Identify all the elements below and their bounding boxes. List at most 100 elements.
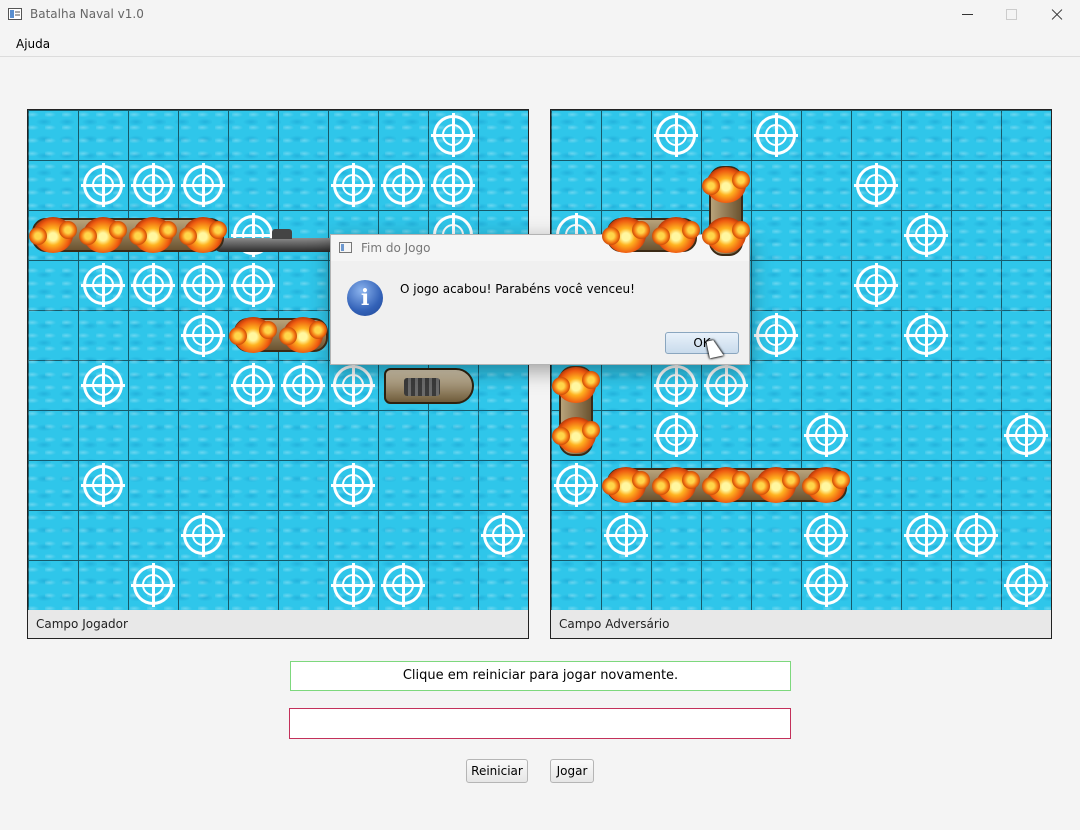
opponent-cell[interactable] bbox=[551, 560, 601, 610]
player-cell[interactable] bbox=[228, 210, 278, 260]
player-cell[interactable] bbox=[178, 210, 228, 260]
opponent-cell[interactable] bbox=[951, 510, 1001, 560]
player-cell[interactable] bbox=[28, 560, 78, 610]
opponent-cell[interactable] bbox=[551, 410, 601, 460]
player-cell[interactable] bbox=[28, 310, 78, 360]
player-cell[interactable] bbox=[228, 510, 278, 560]
player-cell[interactable] bbox=[178, 310, 228, 360]
opponent-cell[interactable] bbox=[851, 160, 901, 210]
close-icon[interactable] bbox=[1034, 0, 1080, 30]
opponent-cell[interactable] bbox=[751, 460, 801, 510]
maximize-icon[interactable] bbox=[988, 0, 1034, 30]
player-cell[interactable] bbox=[128, 110, 178, 160]
opponent-cell[interactable] bbox=[651, 360, 701, 410]
player-cell[interactable] bbox=[228, 360, 278, 410]
opponent-cell[interactable] bbox=[551, 110, 601, 160]
opponent-cell[interactable] bbox=[1001, 460, 1051, 510]
opponent-cell[interactable] bbox=[801, 110, 851, 160]
player-cell[interactable] bbox=[478, 160, 528, 210]
opponent-cell[interactable] bbox=[651, 110, 701, 160]
player-cell[interactable] bbox=[28, 110, 78, 160]
opponent-cell[interactable] bbox=[901, 410, 951, 460]
opponent-cell[interactable] bbox=[951, 210, 1001, 260]
player-cell[interactable] bbox=[78, 410, 128, 460]
opponent-cell[interactable] bbox=[1001, 510, 1051, 560]
opponent-cell[interactable] bbox=[651, 410, 701, 460]
opponent-cell[interactable] bbox=[851, 510, 901, 560]
opponent-cell[interactable] bbox=[751, 510, 801, 560]
opponent-cell[interactable] bbox=[601, 160, 651, 210]
player-cell[interactable] bbox=[28, 410, 78, 460]
opponent-cell[interactable] bbox=[851, 310, 901, 360]
player-cell[interactable] bbox=[228, 110, 278, 160]
player-cell[interactable] bbox=[428, 460, 478, 510]
player-cell[interactable] bbox=[178, 110, 228, 160]
opponent-cell[interactable] bbox=[1001, 310, 1051, 360]
player-cell[interactable] bbox=[78, 210, 128, 260]
opponent-cell[interactable] bbox=[601, 510, 651, 560]
player-cell[interactable] bbox=[478, 360, 528, 410]
opponent-cell[interactable] bbox=[751, 310, 801, 360]
player-cell[interactable] bbox=[28, 210, 78, 260]
opponent-cell[interactable] bbox=[651, 460, 701, 510]
ok-button[interactable]: OK bbox=[665, 332, 739, 354]
opponent-cell[interactable] bbox=[901, 210, 951, 260]
opponent-cell[interactable] bbox=[1001, 410, 1051, 460]
player-cell[interactable] bbox=[128, 410, 178, 460]
opponent-cell[interactable] bbox=[951, 410, 1001, 460]
player-cell[interactable] bbox=[378, 460, 428, 510]
player-cell[interactable] bbox=[28, 460, 78, 510]
player-cell[interactable] bbox=[28, 160, 78, 210]
opponent-cell[interactable] bbox=[601, 560, 651, 610]
opponent-cell[interactable] bbox=[851, 560, 901, 610]
opponent-cell[interactable] bbox=[801, 410, 851, 460]
opponent-cell[interactable] bbox=[551, 460, 601, 510]
player-cell[interactable] bbox=[78, 110, 128, 160]
opponent-cell[interactable] bbox=[701, 210, 751, 260]
opponent-cell[interactable] bbox=[851, 360, 901, 410]
player-cell[interactable] bbox=[278, 510, 328, 560]
player-cell[interactable] bbox=[78, 160, 128, 210]
player-cell[interactable] bbox=[28, 260, 78, 310]
player-cell[interactable] bbox=[228, 160, 278, 210]
opponent-cell[interactable] bbox=[651, 210, 701, 260]
player-cell[interactable] bbox=[78, 510, 128, 560]
opponent-cell[interactable] bbox=[701, 510, 751, 560]
opponent-cell[interactable] bbox=[751, 260, 801, 310]
opponent-cell[interactable] bbox=[901, 160, 951, 210]
player-cell[interactable] bbox=[178, 160, 228, 210]
opponent-cell[interactable] bbox=[1001, 210, 1051, 260]
restart-button[interactable]: Reiniciar bbox=[466, 759, 528, 783]
player-cell[interactable] bbox=[428, 160, 478, 210]
player-cell[interactable] bbox=[378, 510, 428, 560]
player-cell[interactable] bbox=[478, 460, 528, 510]
player-cell[interactable] bbox=[128, 160, 178, 210]
minimize-icon[interactable] bbox=[944, 0, 990, 30]
menu-item-ajuda[interactable]: Ajuda bbox=[16, 37, 50, 51]
player-cell[interactable] bbox=[278, 160, 328, 210]
player-cell[interactable] bbox=[228, 260, 278, 310]
player-cell[interactable] bbox=[78, 260, 128, 310]
opponent-cell[interactable] bbox=[651, 510, 701, 560]
opponent-cell[interactable] bbox=[701, 560, 751, 610]
opponent-cell[interactable] bbox=[851, 410, 901, 460]
player-cell[interactable] bbox=[228, 410, 278, 460]
opponent-cell[interactable] bbox=[801, 210, 851, 260]
opponent-cell[interactable] bbox=[751, 160, 801, 210]
opponent-cell[interactable] bbox=[901, 110, 951, 160]
opponent-cell[interactable] bbox=[751, 210, 801, 260]
opponent-cell[interactable] bbox=[951, 310, 1001, 360]
opponent-cell[interactable] bbox=[851, 210, 901, 260]
player-cell[interactable] bbox=[228, 560, 278, 610]
player-cell[interactable] bbox=[328, 110, 378, 160]
opponent-cell[interactable] bbox=[651, 160, 701, 210]
player-cell[interactable] bbox=[428, 110, 478, 160]
opponent-cell[interactable] bbox=[751, 560, 801, 610]
player-cell[interactable] bbox=[428, 510, 478, 560]
player-cell[interactable] bbox=[428, 410, 478, 460]
player-cell[interactable] bbox=[478, 510, 528, 560]
player-cell[interactable] bbox=[178, 560, 228, 610]
player-cell[interactable] bbox=[278, 310, 328, 360]
player-cell[interactable] bbox=[78, 310, 128, 360]
player-cell[interactable] bbox=[328, 560, 378, 610]
